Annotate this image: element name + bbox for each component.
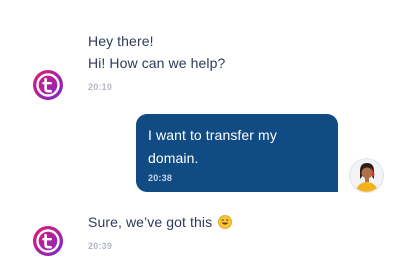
brand-logo-icon: [33, 226, 63, 256]
agent-message: Hey there!: [88, 33, 154, 49]
message-timestamp: 20:38: [148, 173, 173, 183]
agent-message: Hi! How can we help?: [88, 55, 226, 71]
message-timestamp: 20:39: [88, 241, 113, 251]
user-message-line: domain.: [148, 150, 199, 166]
user-message-bubble: I want to transfer my domain. 20:38: [136, 114, 338, 192]
message-timestamp: 20:10: [88, 82, 113, 92]
smiling-face-emoji-icon: [218, 215, 233, 229]
user-avatar-icon: [349, 158, 384, 193]
user-message-line: I want to transfer my: [148, 127, 277, 143]
brand-logo-icon: [33, 70, 63, 100]
agent-message-text: Sure, we’ve got this: [88, 214, 213, 230]
agent-message: Sure, we’ve got this: [88, 214, 233, 230]
